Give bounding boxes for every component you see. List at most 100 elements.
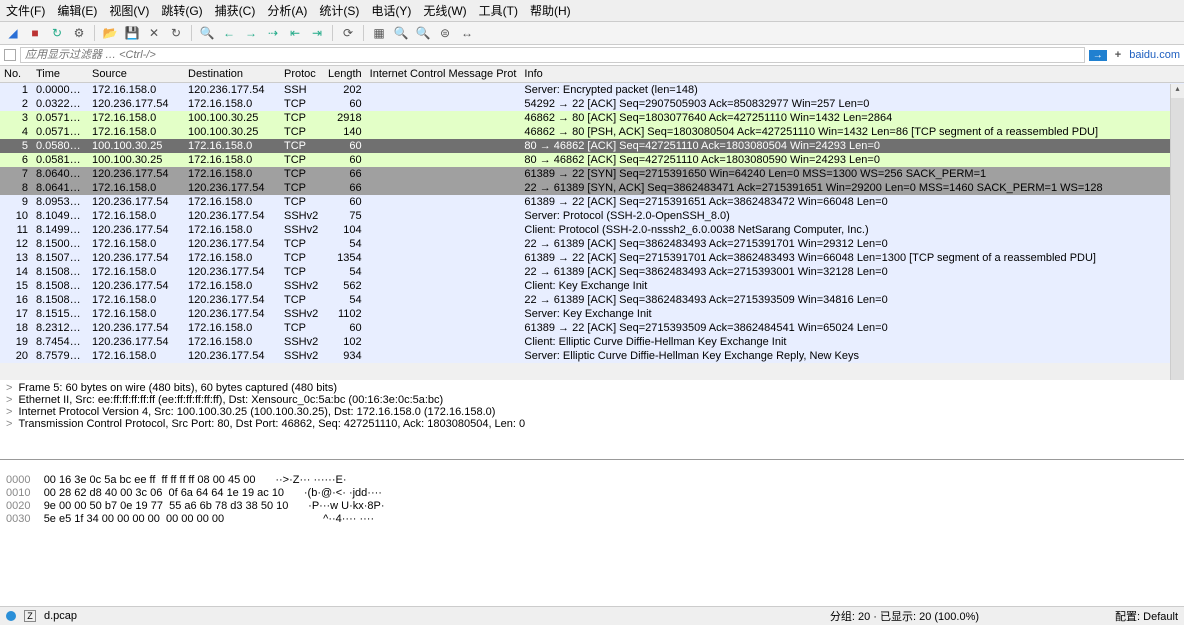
table-row[interactable]: 108.1049…172.16.158.0120.236.177.54SSHv2… <box>0 209 1184 223</box>
restart-capture-icon[interactable]: ↻ <box>48 24 66 42</box>
packet-list-pane[interactable]: No. Time Source Destination Protoc Lengt… <box>0 66 1184 380</box>
table-row[interactable]: 118.1499…120.236.177.54172.16.158.0SSHv2… <box>0 223 1184 237</box>
scroll-up-icon[interactable]: ▴ <box>1171 84 1184 98</box>
display-filter-input[interactable] <box>20 47 1085 63</box>
table-row[interactable]: 40.0571…172.16.158.0100.100.30.25TCP1404… <box>0 125 1184 139</box>
table-row[interactable]: 178.1515…172.16.158.0120.236.177.54SSHv2… <box>0 307 1184 321</box>
cell-icmp <box>366 97 521 111</box>
menu-stats[interactable]: 统计(S) <box>319 2 359 19</box>
status-toggle-icon[interactable]: Z <box>24 610 36 622</box>
col-info[interactable]: Info <box>520 66 1184 83</box>
packet-details-pane[interactable]: Frame 5: 60 bytes on wire (480 bits), 60… <box>0 380 1184 460</box>
zoom-out-icon[interactable]: 🔍 <box>414 24 432 42</box>
cell-icmp <box>366 83 521 98</box>
find-packet-icon[interactable]: 🔍 <box>198 24 216 42</box>
cell-time: 0.0581… <box>32 153 88 167</box>
go-last-icon[interactable]: ⇥ <box>308 24 326 42</box>
filter-extra-text[interactable]: baidu.com <box>1129 49 1180 61</box>
table-row[interactable]: 98.0953…120.236.177.54172.16.158.0TCP606… <box>0 195 1184 209</box>
resize-columns-icon[interactable]: ↔ <box>458 24 476 42</box>
colorize-icon[interactable]: ▦ <box>370 24 388 42</box>
detail-ethernet[interactable]: Ethernet II, Src: ee:ff:ff:ff:ff:ff (ee:… <box>6 394 1178 406</box>
cell-protocol: SSHv2 <box>280 279 324 293</box>
detail-tcp[interactable]: Transmission Control Protocol, Src Port:… <box>6 418 1178 430</box>
table-row[interactable]: 60.0581…100.100.30.25172.16.158.0TCP6080… <box>0 153 1184 167</box>
go-to-packet-icon[interactable]: ⇢ <box>264 24 282 42</box>
col-destination[interactable]: Destination <box>184 66 280 83</box>
stop-capture-icon[interactable]: ■ <box>26 24 44 42</box>
table-row[interactable]: 148.1508…172.16.158.0120.236.177.54TCP54… <box>0 265 1184 279</box>
table-row[interactable]: 138.1507…120.236.177.54172.16.158.0TCP13… <box>0 251 1184 265</box>
cell-no: 4 <box>0 125 32 139</box>
auto-scroll-icon[interactable]: ⟳ <box>339 24 357 42</box>
cell-protocol: SSHv2 <box>280 209 324 223</box>
col-no[interactable]: No. <box>0 66 32 83</box>
hex-bytes[interactable]: 5e e5 1f 34 00 00 00 00 00 00 00 00 <box>44 513 224 525</box>
reload-icon[interactable]: ↻ <box>167 24 185 42</box>
table-row[interactable]: 20.0322…120.236.177.54172.16.158.0TCP605… <box>0 97 1184 111</box>
hex-bytes[interactable]: 00 16 3e 0c 5a bc ee ff ff ff ff ff 08 0… <box>44 474 256 486</box>
vertical-scrollbar[interactable]: ▴ ▾ <box>1170 84 1184 380</box>
table-row[interactable]: 10.0000…172.16.158.0120.236.177.54SSH202… <box>0 83 1184 98</box>
close-file-icon[interactable]: ✕ <box>145 24 163 42</box>
cell-source: 172.16.158.0 <box>88 125 184 139</box>
detail-frame[interactable]: Frame 5: 60 bytes on wire (480 bits), 60… <box>6 382 1178 394</box>
cell-destination: 120.236.177.54 <box>184 209 280 223</box>
table-row[interactable]: 30.0571…172.16.158.0100.100.30.25TCP2918… <box>0 111 1184 125</box>
col-icmp[interactable]: Internet Control Message Prot <box>366 66 521 83</box>
apply-filter-icon[interactable]: → <box>1089 50 1107 61</box>
col-source[interactable]: Source <box>88 66 184 83</box>
go-forward-icon[interactable]: → <box>242 24 260 42</box>
table-row[interactable]: 168.1508…172.16.158.0120.236.177.54TCP54… <box>0 293 1184 307</box>
table-row[interactable]: 158.1508…120.236.177.54172.16.158.0SSHv2… <box>0 279 1184 293</box>
filter-add-icon[interactable]: + <box>1111 49 1125 61</box>
hex-bytes[interactable]: 00 28 62 d8 40 00 3c 06 0f 6a 64 64 1e 1… <box>44 487 284 499</box>
menu-capture[interactable]: 捕获(C) <box>215 2 256 19</box>
packet-bytes-pane[interactable]: 0000 00 16 3e 0c 5a bc ee ff ff ff ff ff… <box>0 460 1184 606</box>
scroll-thumb[interactable] <box>1171 98 1184 380</box>
menu-view[interactable]: 视图(V) <box>109 2 149 19</box>
status-profile[interactable]: 配置: Default <box>1115 608 1178 624</box>
cell-no: 9 <box>0 195 32 209</box>
cell-destination: 172.16.158.0 <box>184 97 280 111</box>
cell-protocol: TCP <box>280 321 324 335</box>
table-row[interactable]: 50.0580…100.100.30.25172.16.158.0TCP6080… <box>0 139 1184 153</box>
menu-help[interactable]: 帮助(H) <box>530 2 571 19</box>
cell-time: 8.1049… <box>32 209 88 223</box>
bookmark-icon[interactable] <box>4 49 16 61</box>
table-row[interactable]: 128.1500…172.16.158.0120.236.177.54TCP54… <box>0 237 1184 251</box>
table-row[interactable]: 78.0640…120.236.177.54172.16.158.0TCP666… <box>0 167 1184 181</box>
menu-tools[interactable]: 工具(T) <box>479 2 518 19</box>
col-length[interactable]: Length <box>324 66 366 83</box>
start-capture-icon[interactable]: ◢ <box>4 24 22 42</box>
cell-protocol: TCP <box>280 125 324 139</box>
menu-telephony[interactable]: 电话(Y) <box>371 2 411 19</box>
open-file-icon[interactable]: 📂 <box>101 24 119 42</box>
save-file-icon[interactable]: 💾 <box>123 24 141 42</box>
go-first-icon[interactable]: ⇤ <box>286 24 304 42</box>
expert-info-icon[interactable] <box>6 611 16 621</box>
menu-edit[interactable]: 编辑(E) <box>57 2 97 19</box>
table-row[interactable]: 188.2312…120.236.177.54172.16.158.0TCP60… <box>0 321 1184 335</box>
cell-protocol: SSHv2 <box>280 349 324 363</box>
table-row[interactable]: 208.7579…172.16.158.0120.236.177.54SSHv2… <box>0 349 1184 363</box>
capture-options-icon[interactable]: ⚙ <box>70 24 88 42</box>
menu-go[interactable]: 跳转(G) <box>161 2 202 19</box>
cell-time: 8.0641… <box>32 181 88 195</box>
table-row[interactable]: 198.7454…120.236.177.54172.16.158.0SSHv2… <box>0 335 1184 349</box>
detail-ip[interactable]: Internet Protocol Version 4, Src: 100.10… <box>6 406 1178 418</box>
menu-wireless[interactable]: 无线(W) <box>423 2 466 19</box>
go-back-icon[interactable]: ← <box>220 24 238 42</box>
separator <box>332 25 333 41</box>
zoom-reset-icon[interactable]: ⊜ <box>436 24 454 42</box>
cell-protocol: TCP <box>280 251 324 265</box>
cell-info: 22 → 61389 [SYN, ACK] Seq=3862483471 Ack… <box>520 181 1184 195</box>
col-protocol[interactable]: Protoc <box>280 66 324 83</box>
col-time[interactable]: Time <box>32 66 88 83</box>
packet-table[interactable]: No. Time Source Destination Protoc Lengt… <box>0 66 1184 363</box>
table-row[interactable]: 88.0641…172.16.158.0120.236.177.54TCP662… <box>0 181 1184 195</box>
menu-file[interactable]: 文件(F) <box>6 2 45 19</box>
zoom-in-icon[interactable]: 🔍 <box>392 24 410 42</box>
menu-analyze[interactable]: 分析(A) <box>267 2 307 19</box>
hex-bytes[interactable]: 9e 00 00 50 b7 0e 19 77 55 a6 6b 78 d3 3… <box>44 500 289 512</box>
